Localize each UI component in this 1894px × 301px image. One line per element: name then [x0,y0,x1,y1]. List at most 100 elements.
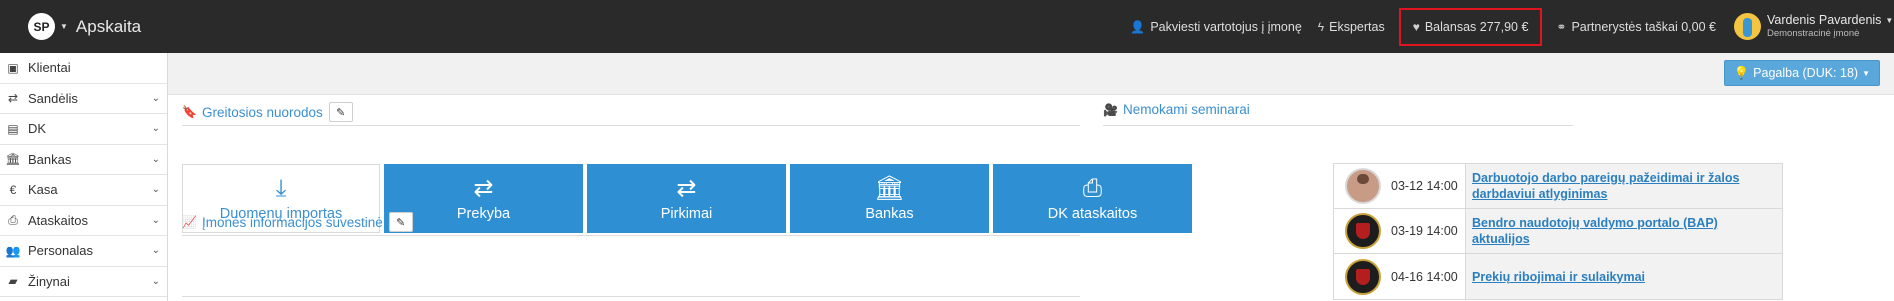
emblem-image [1345,213,1381,249]
bolt-icon: ϟ [1317,19,1325,34]
heartbeat-icon: ♥ [1412,19,1420,34]
toolbar: 💡 Pagalba (DUK: 18) ▼ [168,53,1894,95]
company-summary-title: Įmonės informacijos suvestinė [201,214,383,230]
sidebar-item-label: Sandėlis [28,90,78,106]
tile-label: Prekyba [456,205,511,222]
user-card-icon: ▣ [7,60,19,75]
edit-company-summary-button[interactable]: ✎ [388,212,413,232]
sidebar-item-label: Kasa [28,182,58,198]
partnership-label: Partnerystės taškai 0,00 € [1571,19,1716,34]
speaker-photo [1345,168,1381,204]
sidebar-item-label: Žinynai [28,273,70,289]
sidebar-item-label: Personalas [28,243,94,259]
sidebar-item-sandelis[interactable]: ⇄ Sandėlis ⌄ [0,84,167,114]
line-chart-icon: 📈 [182,215,197,229]
sidebar-item-label: Klientai [28,60,71,76]
chevron-down-icon: ⌄ [151,92,160,104]
company-summary-header: 📈 Įmonės informacijos suvestinė ✎ [182,212,413,232]
user-plus-icon: 👤 [1130,19,1146,34]
sidebar-item-klientai[interactable]: ▣ Klientai [0,53,167,84]
tile-label: Bankas [865,205,914,222]
emblem-image [1345,258,1381,295]
euro-icon: € [9,182,17,197]
user-menu[interactable]: Vardenis Pavardenis Demonstracinė įmonė … [1724,13,1894,40]
chevron-down-icon: ⌄ [151,214,160,226]
divider [182,235,1080,236]
chevron-down-icon: ⌄ [151,245,160,257]
top-navbar: SP ▼ Apskaita 👤 Pakviesti vartotojus į į… [0,0,1894,53]
book-icon: ▤ [7,121,19,136]
bank-icon: 🏛 [5,152,21,167]
users-icon: 👥 [5,243,21,258]
caret-down-icon: ▼ [1862,68,1870,78]
lightbulb-icon: 💡 [1733,65,1750,80]
logo-button[interactable]: SP [28,13,55,40]
top-right-menu: 👤 Pakviesti vartotojus į įmonę ϟ Ekspert… [1122,0,1894,53]
seminar-link[interactable]: Prekių ribojimai ir sulaikymai [1465,254,1782,299]
seminar-link[interactable]: Darbuotojo darbo pareigų pažeidimai ir ž… [1465,164,1782,208]
seminar-date: 03-19 14:00 [1391,224,1458,238]
balance-link[interactable]: ♥ Balansas 277,90 € [1398,7,1543,46]
quick-links-title: Greitosios nuorodos [201,104,323,120]
expert-link[interactable]: ϟ Ekspertas [1310,0,1393,53]
divider [1103,125,1573,126]
caret-down-icon[interactable]: ▼ [60,22,68,31]
bookmark-icon: 🔖 [182,105,197,119]
sidebar-item-label: Ataskaitos [28,212,88,228]
bank-icon: 🏛 [874,174,905,202]
divider [182,296,1080,297]
seminars-title: Nemokami seminarai [1122,102,1250,117]
edit-quick-links-button[interactable]: ✎ [328,102,353,122]
seminars-table: 03-12 14:00 Darbuotojo darbo pareigų paž… [1333,163,1783,300]
download-icon: ⤓ [275,174,287,202]
tile-bankas[interactable]: 🏛 Bankas [790,164,989,233]
sidebar-item-dk[interactable]: ▤ DK ⌄ [0,114,167,145]
quick-links-header: 🔖 Greitosios nuorodos ✎ [182,102,353,122]
table-row: 03-12 14:00 Darbuotojo darbo pareigų paž… [1334,164,1782,209]
seminar-link[interactable]: Bendro naudotojų valdymo portalo (BAP) a… [1465,209,1782,253]
table-row: 04-16 14:00 Prekių ribojimai ir sulaikym… [1334,254,1782,299]
sidebar-item-ataskaitos[interactable]: ⎙ Ataskaitos ⌄ [0,206,167,236]
tile-dk-ataskaitos[interactable]: ⎙ DK ataskaitos [993,164,1192,233]
handshake-icon: ⚭ [1556,19,1567,34]
chevron-down-icon: ⌄ [151,153,160,165]
app-title[interactable]: Apskaita [76,17,141,37]
sidebar-item-zinynai[interactable]: ▰ Žinynai ⌄ [0,267,167,297]
print-icon: ⎙ [1082,174,1103,202]
sidebar: ▣ Klientai ⇄ Sandėlis ⌄ ▤ DK ⌄ 🏛 Bankas … [0,53,168,301]
tile-label: Pirkimai [660,205,713,222]
invite-users-label: Pakviesti vartotojus į įmonę [1150,19,1302,34]
seminars-header: 🎥 Nemokami seminarai [1103,102,1250,117]
print-icon: ⎙ [8,212,18,227]
video-camera-icon: 🎥 [1103,102,1118,117]
seminar-date: 04-16 14:00 [1391,269,1458,284]
tile-pirkimai[interactable]: ⇄ Pirkimai [587,164,786,233]
exchange-icon: ⇄ [473,174,494,202]
expert-label: Ekspertas [1329,19,1385,34]
sidebar-item-personalas[interactable]: 👥 Personalas ⌄ [0,236,167,267]
exchange-icon: ⇄ [676,174,697,202]
sidebar-item-label: Bankas [28,151,72,167]
chevron-down-icon: ⌄ [151,275,160,287]
caret-down-icon: ▼ [1885,16,1894,25]
partnership-points-link[interactable]: ⚭ Partnerystės taškai 0,00 € [1548,0,1724,53]
divider [182,125,1080,126]
table-row: 03-19 14:00 Bendro naudotojų valdymo por… [1334,209,1782,254]
chevron-down-icon: ⌄ [151,123,160,135]
seminar-date: 03-12 14:00 [1391,179,1458,193]
tile-prekyba[interactable]: ⇄ Prekyba [384,164,583,233]
sidebar-item-bankas[interactable]: 🏛 Bankas ⌄ [0,145,167,175]
chevron-down-icon: ⌄ [151,184,160,196]
sidebar-item-kasa[interactable]: € Kasa ⌄ [0,175,167,206]
tile-label: DK ataskaitos [1047,205,1138,222]
avatar [1734,13,1761,40]
sidebar-item-label: DK [28,121,47,137]
help-button-label: Pagalba (DUK: 18) [1753,66,1859,80]
invite-users-link[interactable]: 👤 Pakviesti vartotojus į įmonę [1122,0,1309,53]
help-button[interactable]: 💡 Pagalba (DUK: 18) ▼ [1723,60,1880,86]
user-name: Vardenis Pavardenis [1767,12,1882,27]
balance-label: Balansas 277,90 € [1424,19,1529,34]
exchange-icon: ⇄ [7,91,19,106]
folder-icon: ▰ [8,274,18,289]
user-company: Demonstracinė įmonė [1767,27,1860,39]
